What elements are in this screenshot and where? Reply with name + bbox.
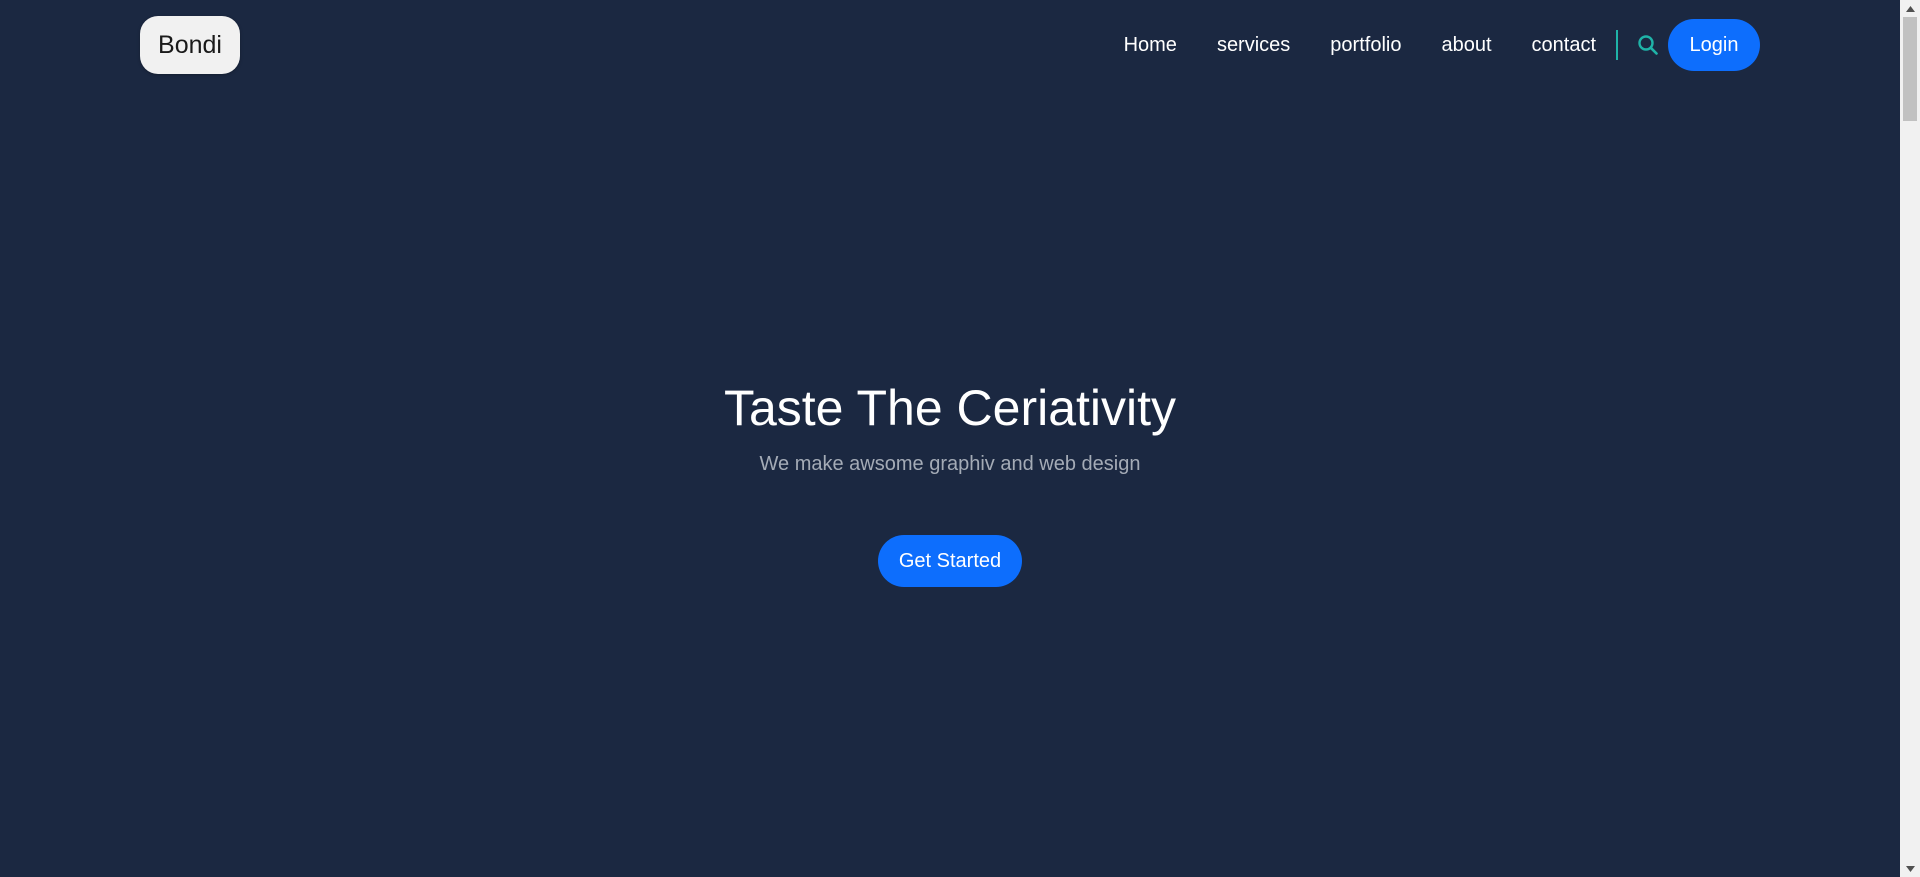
hero-section: Taste The Ceriativity We make awsome gra…	[0, 370, 1900, 587]
page: Bondi Home services portfolio about cont…	[0, 0, 1900, 877]
search-icon[interactable]	[1636, 33, 1660, 57]
main-nav: Home services portfolio about contact Lo…	[1124, 19, 1760, 71]
scroll-thumb[interactable]	[1903, 17, 1917, 121]
hero-subtitle: We make awsome graphiv and web design	[759, 453, 1141, 475]
nav-item-contact[interactable]: contact	[1532, 34, 1596, 57]
nav-item-services[interactable]: services	[1217, 34, 1290, 57]
login-button[interactable]: Login	[1668, 19, 1760, 71]
nav-item-home[interactable]: Home	[1124, 34, 1177, 57]
scroll-down-arrow-icon[interactable]	[1900, 860, 1920, 877]
nav-divider	[1616, 30, 1618, 60]
vertical-scrollbar[interactable]	[1900, 0, 1920, 877]
nav-item-portfolio[interactable]: portfolio	[1330, 34, 1401, 57]
nav-item-about[interactable]: about	[1441, 34, 1491, 57]
scroll-up-arrow-icon[interactable]	[1900, 0, 1920, 17]
logo[interactable]: Bondi	[140, 16, 240, 74]
hero-title: Taste The Ceriativity	[723, 380, 1177, 436]
get-started-button[interactable]: Get Started	[878, 535, 1022, 587]
